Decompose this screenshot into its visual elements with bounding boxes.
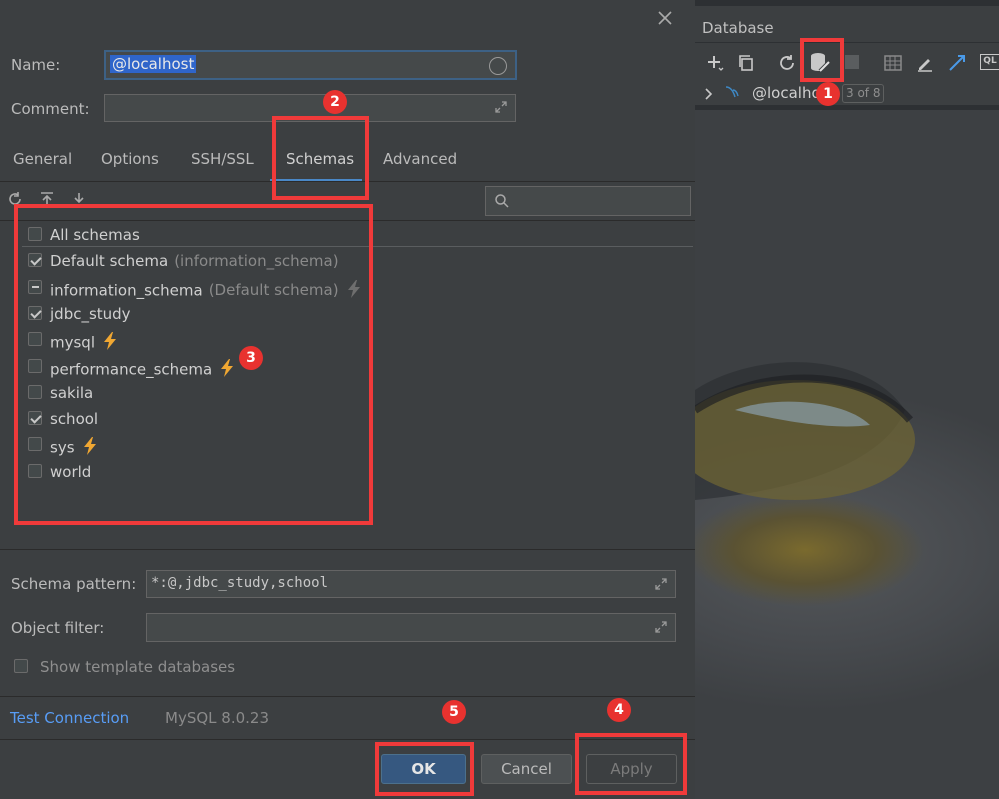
tab-general[interactable]: General xyxy=(13,150,72,172)
annotation-box-schemas-tab xyxy=(272,116,369,200)
annotation-box-apply xyxy=(575,733,687,795)
tab-ssh-ssl[interactable]: SSH/SSL xyxy=(191,150,254,172)
table-icon[interactable] xyxy=(883,53,903,77)
schema-search-input[interactable] xyxy=(485,186,691,216)
tab-advanced[interactable]: Advanced xyxy=(383,150,457,172)
add-icon[interactable] xyxy=(705,53,725,77)
annotation-box-properties xyxy=(800,38,844,82)
name-input[interactable]: @localhost xyxy=(104,50,517,80)
refresh-icon[interactable] xyxy=(777,53,797,77)
annotation-box-schema-list xyxy=(14,204,373,525)
show-template-checkbox[interactable] xyxy=(14,659,28,673)
driver-version: MySQL 8.0.23 xyxy=(165,709,269,727)
expand-icon[interactable] xyxy=(653,619,669,639)
name-value: @localhost xyxy=(110,55,197,73)
background-eye-image xyxy=(695,110,999,799)
tab-options[interactable]: Options xyxy=(101,150,159,172)
stop-icon[interactable] xyxy=(845,55,859,69)
footer-top-divider xyxy=(0,696,695,697)
chevron-right-icon[interactable] xyxy=(703,86,715,104)
console-icon[interactable]: QL xyxy=(980,54,999,70)
cancel-button[interactable]: Cancel xyxy=(481,754,572,784)
object-filter-label: Object filter: xyxy=(11,619,105,637)
expand-icon[interactable] xyxy=(653,576,669,596)
expand-icon[interactable] xyxy=(493,99,509,119)
show-template-label: Show template databases xyxy=(40,658,236,676)
schema-count-badge: 3 of 8 xyxy=(842,84,885,103)
edit-icon[interactable] xyxy=(915,53,935,77)
close-icon[interactable] xyxy=(655,8,675,28)
copy-icon[interactable] xyxy=(736,53,756,77)
annotation-badge-5: 5 xyxy=(442,700,466,724)
database-panel: Database QL @localhost 3 of 8 xyxy=(695,0,999,799)
schema-pattern-input[interactable]: *:@,jdbc_study,school xyxy=(146,570,676,598)
color-circle-icon[interactable] xyxy=(489,57,507,75)
comment-label: Comment: xyxy=(11,100,90,118)
lower-divider xyxy=(0,549,695,550)
annotation-badge-2: 2 xyxy=(323,90,347,114)
schema-pattern-value: *:@,jdbc_study,school xyxy=(151,575,329,591)
name-label: Name: xyxy=(11,56,61,74)
jump-icon[interactable] xyxy=(947,53,967,77)
schema-pattern-label: Schema pattern: xyxy=(11,575,137,593)
annotation-badge-3: 3 xyxy=(239,346,263,370)
search-icon xyxy=(494,193,510,213)
database-panel-title: Database xyxy=(702,19,774,37)
annotation-box-ok xyxy=(375,742,474,796)
annotation-badge-4: 4 xyxy=(607,698,631,722)
object-filter-input[interactable] xyxy=(146,613,676,642)
mysql-icon xyxy=(724,84,742,104)
test-connection-link[interactable]: Test Connection xyxy=(10,709,129,727)
annotation-badge-1: 1 xyxy=(816,82,840,106)
